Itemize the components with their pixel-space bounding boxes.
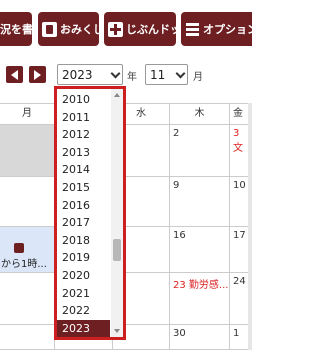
option-button-label: オプション <box>203 23 252 36</box>
calendar-grid: 月 火 水 木 金 2 3 文 9 10 から1時... 16 17 23 勤労… <box>0 103 252 350</box>
year-option[interactable]: 2021 <box>57 285 110 303</box>
next-month-button[interactable] <box>29 66 46 83</box>
day-number: 9 <box>173 180 180 191</box>
year-option[interactable]: 2016 <box>57 197 110 215</box>
chevron-down-icon <box>174 65 187 84</box>
day-number: 17 <box>233 230 246 241</box>
weekday-header-mon: 月 <box>0 103 55 125</box>
month-select[interactable]: 11 <box>145 64 188 85</box>
year-option[interactable]: 2011 <box>57 109 110 127</box>
day-number: 24 <box>233 276 246 287</box>
prev-month-button[interactable] <box>6 66 23 83</box>
day-cell[interactable] <box>0 125 55 177</box>
day-number: 2 <box>173 128 180 139</box>
day-number: 1 <box>233 328 240 339</box>
year-option[interactable]: 2012 <box>57 126 110 144</box>
year-option[interactable]: 2022 <box>57 302 110 320</box>
jibun-dock-button-label: じぶんドック <box>126 23 176 36</box>
year-select[interactable]: 2023 <box>57 64 123 85</box>
write-button-label: 況を書く <box>0 23 32 36</box>
day-cell[interactable] <box>0 325 55 350</box>
omikuji-button-label: おみくじ <box>60 23 99 36</box>
year-option[interactable]: 2019 <box>57 249 110 267</box>
option-button[interactable]: オプション <box>181 12 252 46</box>
left-arrow-icon <box>11 69 18 80</box>
page-scrollbar[interactable] <box>248 103 252 350</box>
month-select-value: 11 <box>150 68 166 82</box>
dropdown-scrollbar[interactable] <box>111 89 123 337</box>
day-number: 30 <box>173 328 186 339</box>
year-dropdown-list[interactable]: 2023 2022 2021 2020 2019 2018 2017 2016 2015 2014… <box>54 86 126 340</box>
year-option[interactable]: 2010 <box>57 91 110 109</box>
year-option[interactable]: 2020 <box>57 267 110 285</box>
chevron-down-icon <box>109 65 122 84</box>
day-number: 16 <box>173 230 186 241</box>
day-cell-with-event[interactable]: から1時... <box>0 227 55 273</box>
day-cell[interactable]: 2 <box>170 125 230 177</box>
menu-icon <box>185 22 200 37</box>
month-unit-label: 月 <box>193 72 203 83</box>
day-cell[interactable]: 9 <box>170 177 230 227</box>
day-cell[interactable] <box>0 177 55 227</box>
year-unit-label: 年 <box>127 72 137 83</box>
day-number-holiday: 23 勤労感... <box>173 280 229 291</box>
year-option[interactable]: 2017 <box>57 214 110 232</box>
write-button[interactable]: 況を書く <box>0 12 32 46</box>
omikuji-icon <box>42 21 57 37</box>
year-option[interactable]: 2015 <box>57 179 110 197</box>
year-option[interactable]: 2013 <box>57 144 110 162</box>
day-cell[interactable] <box>0 273 55 325</box>
calendar-event-icon <box>14 243 24 253</box>
day-number: 10 <box>233 180 246 191</box>
right-arrow-icon <box>34 69 41 80</box>
year-select-value: 2023 <box>62 68 93 82</box>
day-cell[interactable]: 16 <box>170 227 230 273</box>
plus-box-icon <box>108 21 123 37</box>
year-option[interactable]: 2014 <box>57 161 110 179</box>
day-cell[interactable]: 23 勤労感... <box>170 273 230 325</box>
jibun-dock-button[interactable]: じぶんドック <box>104 12 176 46</box>
year-option[interactable]: 2023 <box>57 319 110 337</box>
omikuji-button[interactable]: おみくじ <box>38 12 99 46</box>
year-option[interactable]: 2018 <box>57 232 110 250</box>
scroll-down-arrow-icon[interactable] <box>114 329 120 333</box>
scrollbar-thumb[interactable] <box>113 239 121 261</box>
scroll-up-arrow-icon[interactable] <box>114 93 120 97</box>
toolbar: 況を書く おみくじ じぶんドック オプション <box>0 0 252 56</box>
day-cell[interactable]: 30 <box>170 325 230 350</box>
weekday-header-thu: 木 <box>170 103 230 125</box>
event-text[interactable]: から1時... <box>1 255 47 270</box>
